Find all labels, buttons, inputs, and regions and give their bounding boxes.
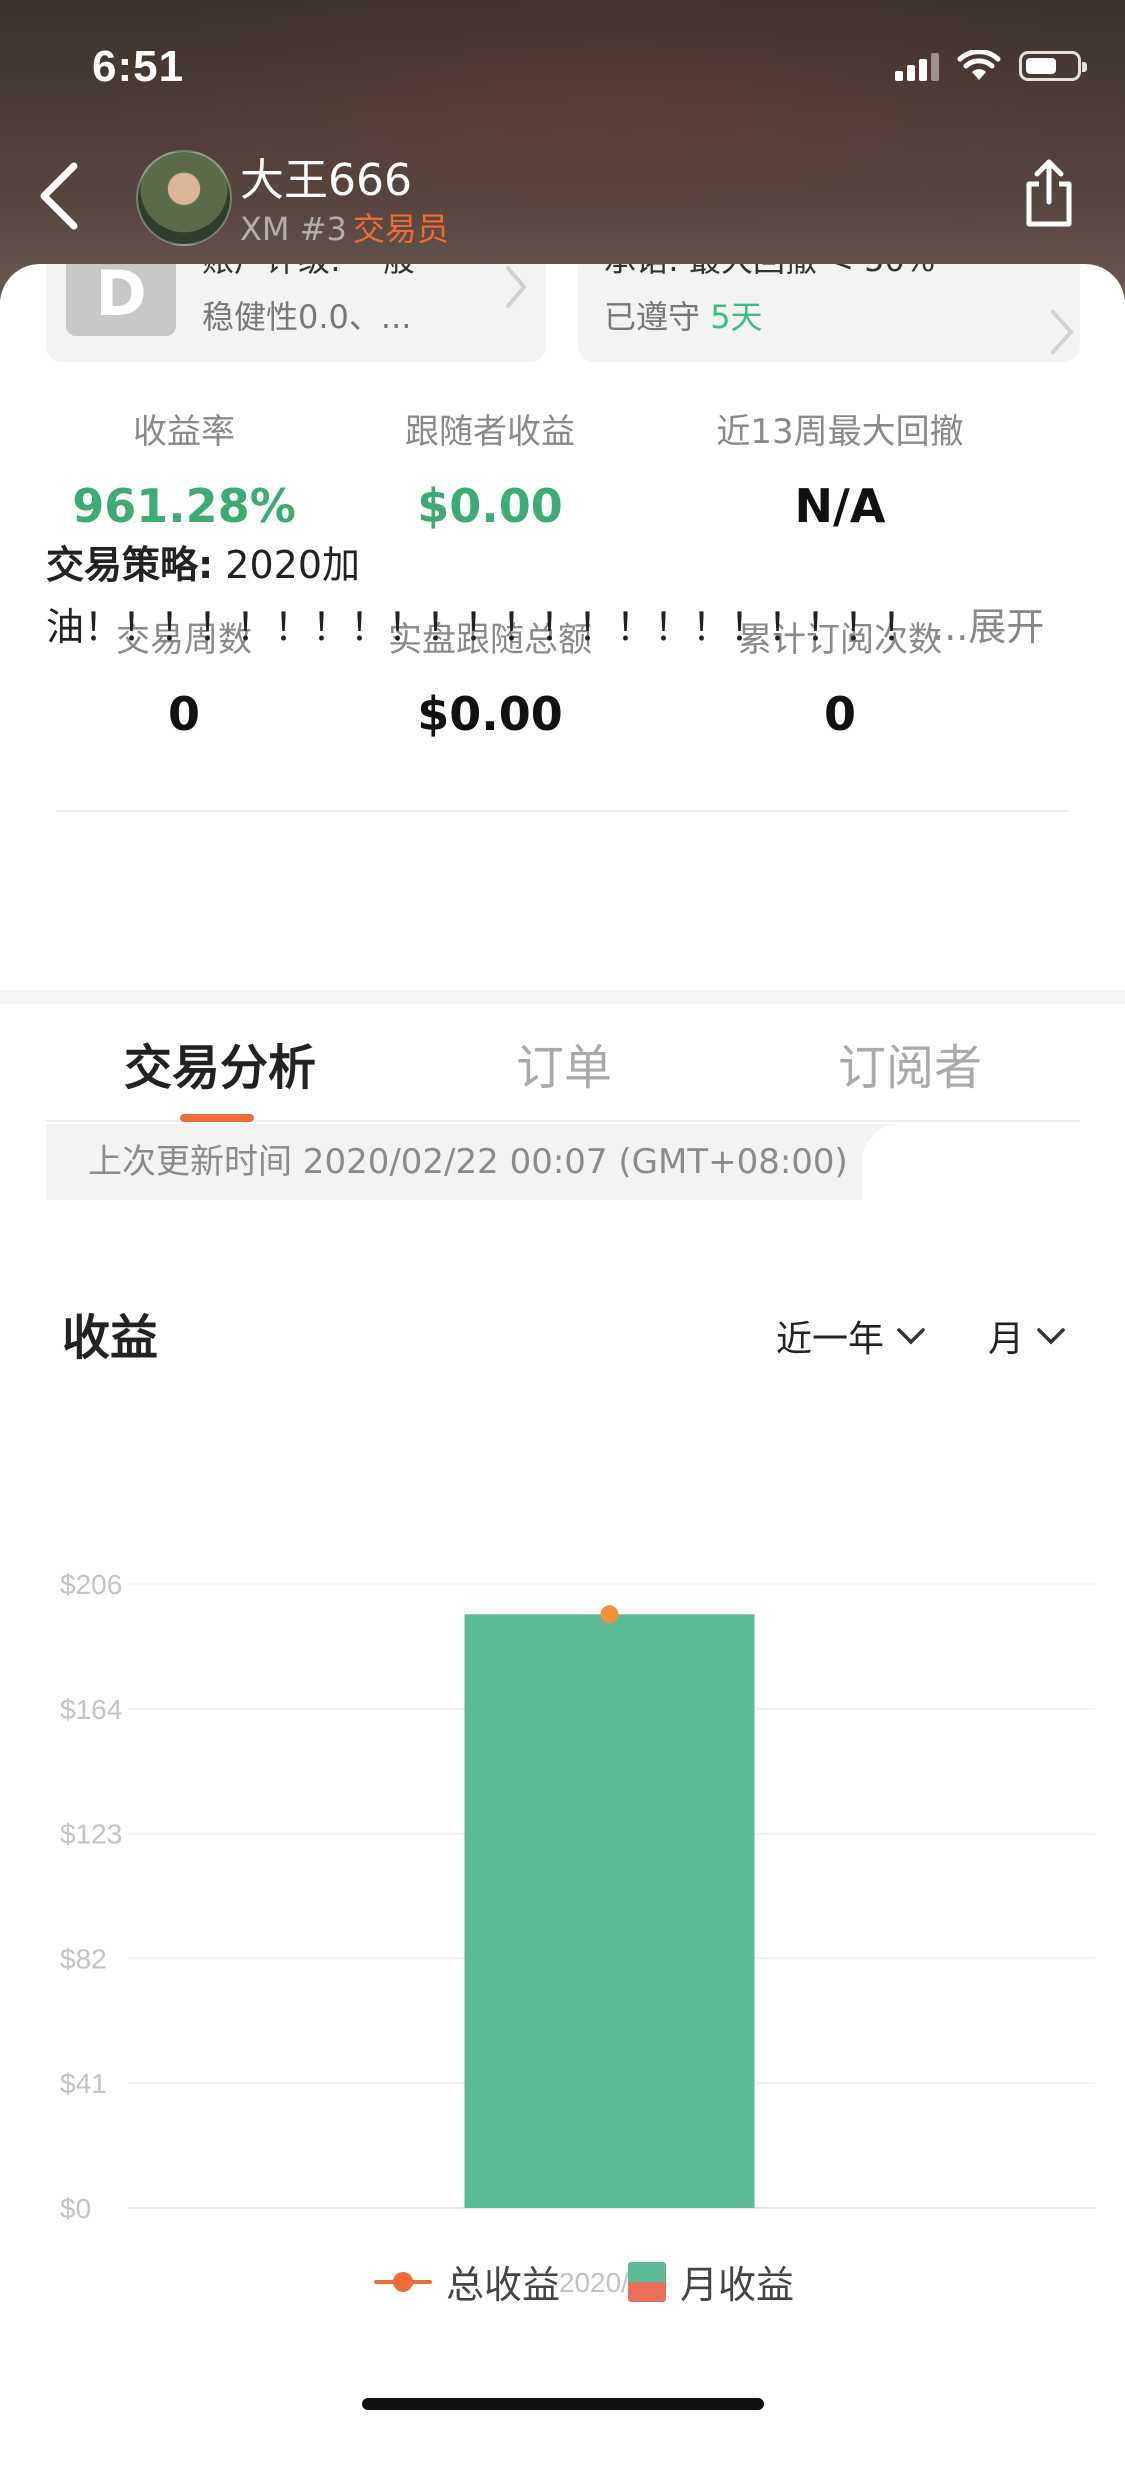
promise-card-text: 已遵守 5天	[604, 292, 763, 338]
stat-value: $0.00	[417, 479, 563, 533]
y-tick-label: $0	[60, 2193, 91, 2224]
bar-monthly-profit	[464, 1614, 755, 2208]
stat-label: 收益率	[133, 412, 235, 452]
section-gap	[0, 990, 1125, 1004]
chart-title: 收益	[62, 1310, 159, 1366]
expand-link[interactable]: ...展开	[932, 605, 1044, 649]
range-dropdown[interactable]: 近一年	[776, 1310, 926, 1362]
legend-total-label: 总收益	[446, 2263, 561, 2307]
chevron-right-icon[interactable]	[1049, 308, 1075, 356]
divider	[56, 810, 1069, 812]
status-time: 6:51	[92, 42, 185, 91]
stat-value: $0.00	[417, 687, 563, 741]
rating-card[interactable]: D 账户评级: 一般 稳健性0.0、...	[46, 264, 546, 362]
chevron-down-icon	[897, 1328, 925, 1345]
home-indicator	[362, 2398, 764, 2410]
tab-orders[interactable]: 订单	[516, 1028, 612, 1098]
tab-bar: 交易分析 订单 订阅者	[46, 1020, 1080, 1122]
y-tick-label: $164	[60, 1694, 122, 1725]
stat-follower-profit: 跟随者收益 $0.00	[330, 404, 650, 533]
trader-name: 大王666	[240, 155, 412, 206]
trader-subtitle: XM #3 交易员	[240, 204, 449, 250]
promise-card[interactable]: 承诺: 最大回撤 < 50% 已遵守 5天	[578, 264, 1080, 362]
promise-card-title: 承诺: 最大回撤 < 50%	[604, 264, 935, 276]
chart-legend: 总收益 月收益	[0, 2254, 1125, 2314]
stat-return-rate: 收益率 961.28%	[24, 404, 344, 533]
y-tick-label: $82	[60, 1943, 107, 1974]
stat-label: 跟随者收益	[405, 412, 575, 452]
stat-value: 0	[167, 687, 200, 741]
broker-rank: XM #3	[240, 210, 347, 248]
battery-icon	[1019, 51, 1087, 81]
rating-card-text: 稳健性0.0、...	[202, 298, 412, 336]
stat-label: 近13周最大回撤	[716, 412, 964, 452]
promise-days: 5天	[710, 298, 763, 336]
tab-subscribers[interactable]: 订阅者	[838, 1028, 982, 1098]
avatar[interactable]	[136, 150, 232, 246]
legend-total-profit[interactable]: 总收益	[374, 2254, 560, 2309]
rating-card-title: 账户评级: 一般	[202, 264, 415, 276]
y-tick-label: $206	[60, 1569, 122, 1600]
profit-chart-svg: $0$41$82$123$164$2062020/02	[60, 1569, 1095, 2298]
chevron-down-icon	[1037, 1328, 1065, 1345]
chevron-right-icon	[506, 266, 527, 308]
stat-value: 961.28%	[72, 479, 296, 533]
promise-status: 已遵守	[604, 298, 701, 336]
grade-badge: D	[66, 264, 176, 336]
role-label: 交易员	[352, 210, 449, 248]
tab-trade-analysis[interactable]: 交易分析	[124, 1028, 316, 1098]
legend-monthly-label: 月收益	[680, 2263, 795, 2307]
back-icon[interactable]	[36, 160, 80, 232]
bar-swatch-icon	[628, 2261, 666, 2302]
legend-monthly-profit[interactable]: 月收益	[628, 2254, 794, 2309]
profit-chart: $0 $41 $82 $123 $164 $206 2020/02	[0, 1400, 1125, 2298]
range-dropdown-label: 近一年	[776, 1319, 885, 1360]
y-tick-label: $41	[60, 2068, 107, 2099]
stat-value: N/A	[794, 479, 886, 533]
y-tick-label: $123	[60, 1819, 122, 1850]
status-icons	[895, 50, 1087, 82]
signal-icon	[895, 51, 939, 81]
last-update-bar: 上次更新时间 2020/02/22 00:07 (GMT+08:00)	[46, 1124, 950, 1200]
line-marker-icon	[374, 2262, 432, 2302]
period-dropdown[interactable]: 月	[988, 1310, 1066, 1362]
trading-strategy: 交易策略: 2020加油！！！！！！！！！！！！！！！！！！！！！！ ...展开	[46, 534, 1086, 658]
share-icon[interactable]	[1021, 158, 1077, 228]
point-total-profit	[600, 1605, 619, 1624]
active-tab-indicator	[180, 1114, 254, 1122]
stat-value: 0	[823, 687, 856, 741]
period-dropdown-label: 月	[988, 1319, 1025, 1360]
strategy-key: 交易策略:	[46, 543, 214, 587]
wifi-icon	[957, 50, 1001, 80]
stat-max-drawdown: 近13周最大回撤 N/A	[680, 404, 1000, 533]
